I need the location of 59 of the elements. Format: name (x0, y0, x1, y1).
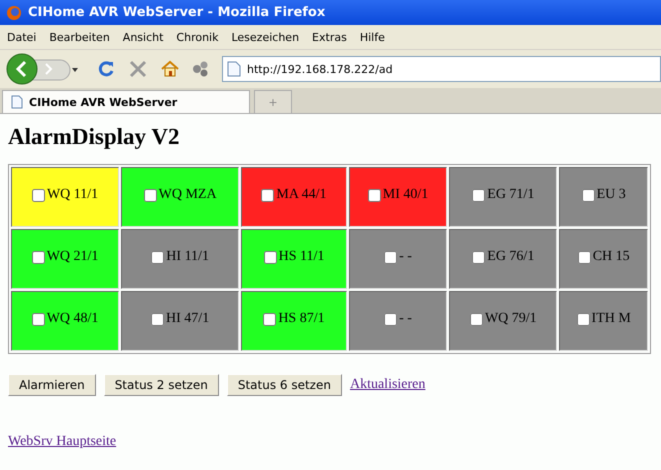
action-button[interactable]: Alarmieren (8, 374, 96, 396)
action-button[interactable]: Status 6 setzen (226, 374, 342, 396)
menu-item[interactable]: Ansicht (122, 30, 164, 44)
browser-logo-icon (6, 4, 22, 20)
cell-label: HI 47/1 (166, 311, 210, 328)
checkbox[interactable] (32, 250, 45, 264)
cell-label: MA 44/1 (276, 187, 327, 204)
checkbox[interactable] (32, 312, 45, 326)
checkbox[interactable] (578, 250, 591, 264)
cell-label: MI 40/1 (382, 187, 428, 204)
checkbox[interactable] (470, 312, 483, 326)
cell-label: WQ 21/1 (46, 249, 98, 266)
page-icon (227, 61, 241, 77)
home-icon[interactable] (160, 59, 180, 79)
checkbox[interactable] (384, 250, 398, 264)
menu-item[interactable]: Hilfe (360, 30, 385, 44)
cell-label: - - (399, 249, 412, 266)
cell-label: WQ 11/1 (46, 187, 98, 204)
menu-item[interactable]: Lesezeichen (231, 30, 300, 44)
menu-item[interactable]: Extras (312, 30, 347, 44)
cell-label: EU 3 (596, 187, 626, 204)
cell-label: EG 76/1 (487, 249, 534, 266)
action-button[interactable]: Status 2 setzen (104, 374, 219, 396)
checkbox[interactable] (144, 188, 157, 202)
cell-label: WQ 48/1 (46, 311, 98, 328)
cell-label: HI 11/1 (166, 249, 209, 266)
menu-item[interactable]: Bearbeiten (49, 30, 110, 44)
cell-label: HS 11/1 (278, 249, 324, 266)
checkbox[interactable] (151, 250, 164, 264)
address-field[interactable]: http://192.168.178.222/ad (222, 56, 661, 82)
refresh-link[interactable]: Aktualisieren (350, 377, 426, 393)
checkbox[interactable] (32, 188, 45, 202)
checkbox[interactable] (261, 188, 274, 202)
checkbox[interactable] (264, 250, 277, 264)
checkbox[interactable] (582, 188, 595, 202)
reload-icon[interactable] (96, 59, 116, 79)
cell-label: WQ 79/1 (484, 311, 537, 328)
network-icon[interactable] (192, 60, 210, 78)
cell-label: ITH M (592, 311, 631, 328)
home-link[interactable]: WebSrv Hauptseite (8, 434, 116, 450)
checkbox[interactable] (384, 312, 398, 326)
checkbox[interactable] (472, 188, 486, 202)
cell-label: EG 71/1 (487, 187, 534, 204)
page-icon (11, 95, 23, 109)
window-title: CIHome AVR WebServer - Mozilla Firefox (28, 5, 326, 20)
menu-item[interactable]: Datei (7, 30, 36, 44)
cell-label: HS 87/1 (278, 311, 325, 328)
stop-icon[interactable] (128, 59, 148, 79)
checkbox[interactable] (263, 312, 276, 326)
cell-label: WQ MZA (158, 187, 217, 204)
checkbox[interactable] (368, 188, 381, 202)
page-heading: AlarmDisplay V2 (8, 124, 180, 150)
checkbox[interactable] (472, 250, 486, 264)
tab[interactable]: CIHome AVR WebServer (2, 90, 250, 113)
checkbox[interactable] (151, 312, 164, 326)
cell-label: CH 15 (592, 249, 630, 266)
checkbox[interactable] (576, 312, 590, 326)
menu-item[interactable]: Chronik (176, 30, 218, 44)
cell-label: - - (399, 311, 412, 328)
